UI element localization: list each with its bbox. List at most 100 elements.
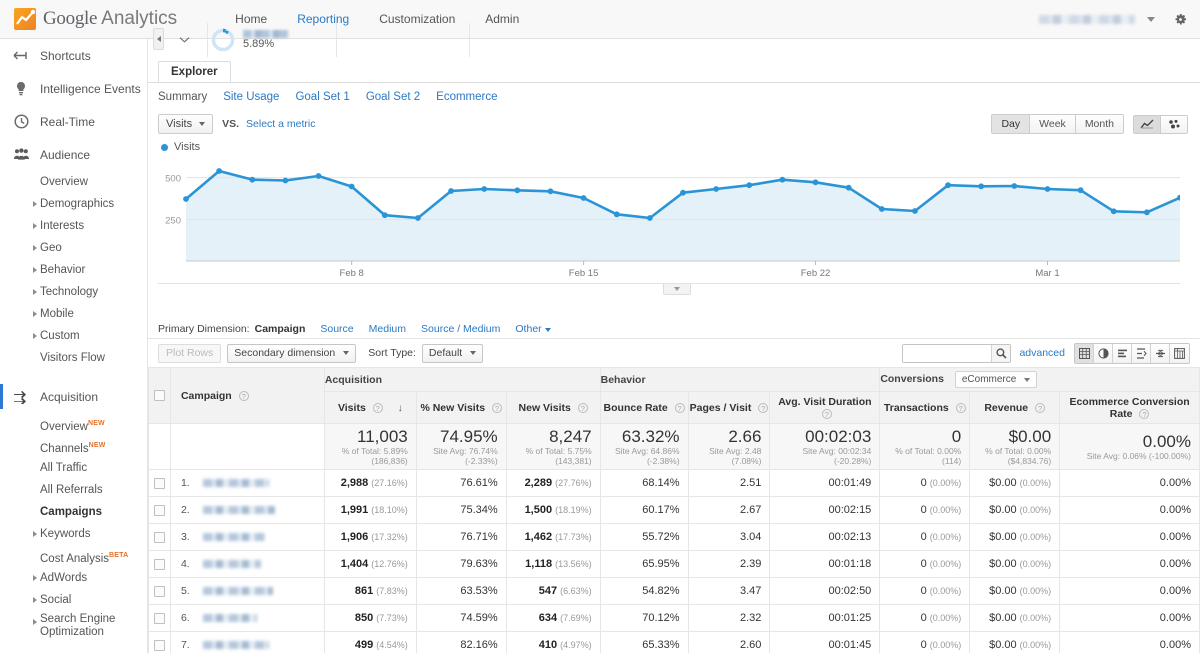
performance-view-icon[interactable] <box>1132 343 1151 363</box>
help-icon[interactable]: ? <box>372 402 383 413</box>
expand-section-button[interactable] <box>162 23 208 57</box>
table-row[interactable]: 6. 850 (7.73%) 74.59% 634 (7.69%) 70.12% 2.32 00… <box>148 604 1200 632</box>
campaign-name-cell[interactable]: 6. <box>169 604 325 632</box>
column-header-avg-visit-duration[interactable]: Avg. Visit Duration ? <box>769 391 881 424</box>
column-header-transactions[interactable]: Transactions ? <box>879 391 971 424</box>
row-checkbox-cell[interactable] <box>148 523 171 551</box>
table-view-icon[interactable] <box>1075 343 1094 363</box>
sidebar-group-audience[interactable]: Audience <box>0 138 147 171</box>
row-checkbox[interactable] <box>153 504 165 516</box>
campaign-name-cell[interactable]: 2. <box>169 496 325 524</box>
table-row[interactable]: 2. 1,991 (18.10%) 75.34% 1,500 (18.19%) 60.17%… <box>148 496 1200 524</box>
help-icon[interactable]: ? <box>955 402 966 413</box>
sidebar-item-seo[interactable]: Search Engine Optimization <box>0 611 147 641</box>
advanced-link[interactable]: advanced <box>1019 347 1065 359</box>
column-header-ecommerce-conversion-rate[interactable]: Ecommerce Conversion Rate ? <box>1059 391 1200 424</box>
chevron-down-icon[interactable] <box>1147 16 1155 22</box>
table-row[interactable]: 5. 861 (7.83%) 63.53% 547 (6.63%) 54.82% 3.47 00… <box>148 577 1200 605</box>
help-icon[interactable]: ? <box>1035 402 1046 413</box>
campaign-name-cell[interactable]: 7. <box>169 631 325 653</box>
pie-chart-view-icon[interactable] <box>1094 343 1113 363</box>
sidebar-item-custom[interactable]: Custom <box>0 325 147 347</box>
chart-expand-handle[interactable] <box>663 284 691 295</box>
sidebar-item-channels[interactable]: ChannelsNEW <box>0 435 147 457</box>
row-checkbox[interactable] <box>153 558 165 570</box>
metric-dropdown-visits[interactable]: Visits <box>158 114 214 134</box>
sidebar-item-adwords[interactable]: AdWords <box>0 567 147 589</box>
comparison-view-icon[interactable] <box>1151 343 1170 363</box>
bar-chart-view-icon[interactable] <box>1113 343 1132 363</box>
sidebar-item-acq-overview[interactable]: OverviewNEW <box>0 413 147 435</box>
plot-rows-button[interactable]: Plot Rows <box>158 343 222 363</box>
sidebar-group-real-time[interactable]: Real-Time <box>0 105 147 138</box>
granularity-day[interactable]: Day <box>992 115 1031 133</box>
secondary-dimension-dropdown[interactable]: Secondary dimension <box>227 343 357 363</box>
subtab-ecommerce[interactable]: Ecommerce <box>436 91 497 103</box>
gear-icon[interactable] <box>1173 12 1188 27</box>
nav-admin[interactable]: Admin <box>470 0 534 39</box>
sidebar-item-keywords[interactable]: Keywords <box>0 523 147 545</box>
help-icon[interactable]: ? <box>491 402 502 413</box>
sort-type-dropdown[interactable]: Default <box>421 343 484 363</box>
sidebar-item-interests[interactable]: Interests <box>0 215 147 237</box>
campaign-name-cell[interactable]: 3. <box>169 523 325 551</box>
column-header-new-visits[interactable]: New Visits ? <box>505 391 601 424</box>
granularity-week[interactable]: Week <box>1030 115 1076 133</box>
pivot-view-icon[interactable] <box>1170 343 1189 363</box>
sidebar-group-shortcuts[interactable]: Shortcuts <box>0 39 147 72</box>
sidebar-item-cost-analysis[interactable]: Cost AnalysisBETA <box>0 545 147 567</box>
column-header-bounce-rate[interactable]: Bounce Rate ? <box>599 391 689 424</box>
dimension-link-medium[interactable]: Medium <box>369 323 406 335</box>
column-header-pct-new-visits[interactable]: % New Visits ? <box>415 391 507 424</box>
dimension-link-source-medium[interactable]: Source / Medium <box>421 323 500 335</box>
sidebar-item-geo[interactable]: Geo <box>0 237 147 259</box>
table-row[interactable]: 7. 499 (4.54%) 82.16% 410 (4.97%) 65.33% 2.60 00… <box>148 631 1200 653</box>
granularity-month[interactable]: Month <box>1075 115 1123 133</box>
row-checkbox[interactable] <box>153 612 165 624</box>
row-checkbox-cell[interactable] <box>148 604 171 632</box>
help-icon[interactable]: ? <box>1139 408 1150 419</box>
table-row[interactable]: 4. 1,404 (12.76%) 79.63% 1,118 (13.56%) 65.95%… <box>148 550 1200 578</box>
select-all-checkbox[interactable] <box>153 390 165 401</box>
conversions-type-dropdown[interactable]: eCommerce <box>954 371 1038 388</box>
select-all-checkbox-cell[interactable] <box>148 367 171 424</box>
scatter-plot-icon[interactable] <box>1161 115 1187 133</box>
subtab-site-usage[interactable]: Site Usage <box>223 91 279 103</box>
sidebar-item-mobile[interactable]: Mobile <box>0 303 147 325</box>
dimension-link-source[interactable]: Source <box>320 323 353 335</box>
help-icon[interactable]: ? <box>674 402 685 413</box>
help-icon[interactable]: ? <box>238 390 249 401</box>
search-input[interactable] <box>903 344 992 362</box>
sidebar-item-all-traffic[interactable]: All Traffic <box>0 457 147 479</box>
sidebar-item-behavior[interactable]: Behavior <box>0 259 147 281</box>
row-checkbox-cell[interactable] <box>148 496 171 524</box>
row-checkbox-cell[interactable] <box>148 469 171 497</box>
sidebar-item-social[interactable]: Social <box>0 589 147 611</box>
column-header-pages-per-visit[interactable]: Pages / Visit ? <box>687 391 771 424</box>
row-checkbox-cell[interactable] <box>148 550 171 578</box>
sidebar-item-visitors-flow[interactable]: Visitors Flow <box>0 347 147 369</box>
sidebar-group-acquisition[interactable]: Acquisition <box>0 380 147 413</box>
line-chart-icon[interactable] <box>1134 115 1161 133</box>
campaign-name-cell[interactable]: 1. <box>169 469 325 497</box>
campaign-name-cell[interactable]: 5. <box>169 577 325 605</box>
sidebar-group-intelligence-events[interactable]: Intelligence Events <box>0 72 147 105</box>
column-header-campaign[interactable]: Campaign ? <box>169 367 325 424</box>
help-icon[interactable]: ? <box>577 402 588 413</box>
table-row[interactable]: 1. 2,988 (27.16%) 76.61% 2,289 (27.76%) 68.14%… <box>148 469 1200 497</box>
help-icon[interactable]: ? <box>758 402 769 413</box>
search-icon[interactable] <box>991 344 1011 362</box>
dimension-link-other[interactable]: Other <box>515 323 551 335</box>
campaign-name-cell[interactable]: 4. <box>169 550 325 578</box>
google-analytics-logo[interactable]: Google Analytics <box>14 8 177 30</box>
sidebar-item-demographics[interactable]: Demographics <box>0 193 147 215</box>
row-checkbox-cell[interactable] <box>148 577 171 605</box>
chart-plot-area[interactable]: 250 500 Feb 8 Feb 15 Feb 22 Mar 1 <box>158 155 1180 283</box>
sidebar-item-campaigns[interactable]: Campaigns <box>0 501 147 523</box>
row-checkbox-cell[interactable] <box>148 631 171 653</box>
subtab-goal-set-2[interactable]: Goal Set 2 <box>366 91 420 103</box>
tab-explorer[interactable]: Explorer <box>158 61 231 82</box>
sidebar-item-all-referrals[interactable]: All Referrals <box>0 479 147 501</box>
sidebar-item-overview[interactable]: Overview <box>0 171 147 193</box>
sidebar-item-technology[interactable]: Technology <box>0 281 147 303</box>
